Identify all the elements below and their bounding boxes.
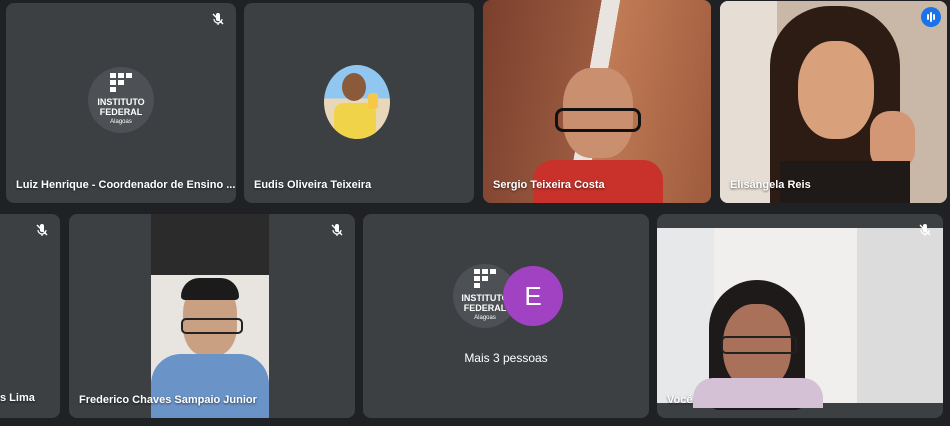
participant-name: Eudis Oliveira Teixeira [254, 179, 372, 191]
logo-line-3: Alagoas [474, 315, 496, 321]
video-frame [151, 214, 269, 418]
participant-name: Elisângela Reis [730, 179, 811, 191]
if-logo-grid-icon [474, 269, 496, 288]
speaking-indicator-icon [921, 7, 941, 27]
participant-name: Luiz Henrique - Coordenador de Ensino ..… [16, 179, 236, 191]
mic-off-icon [919, 224, 931, 236]
participant-name: s Lima [0, 392, 35, 404]
video-frame [657, 228, 943, 410]
participant-tile-self[interactable]: Você [657, 214, 943, 418]
more-participants-tile[interactable]: INSTITUTO FEDERAL Alagoas E Mais 3 pesso… [363, 214, 649, 418]
participant-name: Você [667, 394, 693, 406]
mic-off-icon [331, 224, 343, 236]
logo-line-3: Alagoas [110, 119, 132, 125]
mic-off-icon [36, 224, 48, 236]
participant-name: Sergio Teixeira Costa [493, 179, 605, 191]
participant-tile-elisangela[interactable]: Elisângela Reis [720, 1, 947, 203]
instituto-federal-logo: INSTITUTO FEDERAL Alagoas [88, 67, 154, 133]
avatar: E [503, 266, 563, 326]
participant-tile-frederico[interactable]: Frederico Chaves Sampaio Junior [69, 214, 355, 418]
more-participants-label: Mais 3 pessoas [464, 351, 548, 365]
logo-line-2: FEDERAL [99, 107, 143, 117]
participant-tile-sergio[interactable]: Sergio Teixeira Costa [483, 0, 711, 203]
logo-line-1: INSTITUTO [97, 97, 145, 107]
mic-off-icon [212, 13, 224, 25]
avatar [324, 65, 390, 139]
participant-tile-luiz[interactable]: INSTITUTO FEDERAL Alagoas Luiz Henrique … [6, 3, 236, 203]
participant-name: Frederico Chaves Sampaio Junior [79, 394, 257, 406]
participant-tile-eudis[interactable]: Eudis Oliveira Teixeira [244, 3, 474, 203]
if-logo-grid-icon [110, 73, 132, 92]
participant-tile-lima[interactable]: s Lima [0, 214, 60, 418]
